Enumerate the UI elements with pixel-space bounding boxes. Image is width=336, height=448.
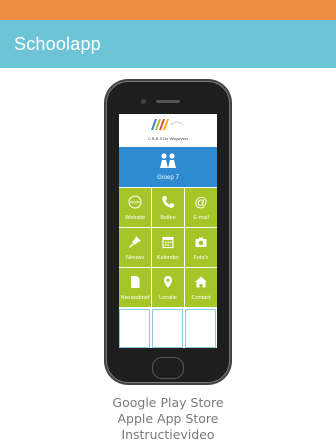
tile-locatie[interactable]: Locatie (152, 268, 184, 307)
calendar-icon (162, 236, 174, 249)
tile-email[interactable]: @ E-mail (185, 188, 217, 227)
tile-label: Locatie (159, 295, 177, 301)
www-icon: www (128, 195, 142, 209)
camera-dot (141, 99, 146, 104)
apple-app-store-link[interactable]: Apple App Store (0, 411, 336, 427)
store-links: Google Play Store Apple App Store Instru… (0, 395, 336, 443)
pin-icon (129, 236, 141, 248)
speaker-slot (156, 100, 180, 103)
tile-bellen[interactable]: Bellen (152, 188, 184, 227)
phone-screen: C.B.B.S De Wegwyzer Groep 7 www Website (119, 114, 217, 348)
page-header: Schoolapp (0, 20, 336, 68)
phone-icon (162, 196, 174, 208)
tile-label: Website (125, 215, 145, 221)
empty-tile (152, 309, 183, 348)
empty-tile (119, 309, 150, 348)
school-logo: C.B.B.S De Wegwyzer (119, 114, 217, 146)
tile-label: Nieuws (125, 255, 145, 261)
school-logo-icon (151, 119, 184, 130)
tile-label: Contact (191, 295, 211, 301)
tile-website[interactable]: www Website (119, 188, 151, 227)
empty-tile (185, 309, 216, 348)
tile-label: Kalender (156, 255, 180, 261)
tile-label: Bellen (160, 215, 176, 221)
tile-nieuws[interactable]: Nieuws (119, 228, 151, 267)
svg-text:@: @ (194, 195, 207, 209)
tile-fotos[interactable]: Foto's (185, 228, 217, 267)
phone-mockup: C.B.B.S De Wegwyzer Groep 7 www Website (106, 81, 230, 383)
location-icon (164, 276, 172, 288)
group-people-icon (160, 153, 176, 168)
tile-contact[interactable]: Contact (185, 268, 217, 307)
group-label: Groep 7 (157, 175, 179, 181)
app-tile-grid: www Website Bellen @ E-mail Nieuws Kalen… (119, 188, 217, 308)
home-button (152, 357, 184, 379)
camera-icon (195, 237, 207, 247)
page-title: Schoolapp (14, 34, 101, 54)
document-icon (131, 276, 140, 288)
tile-label: E-mail (193, 215, 209, 221)
home-icon (195, 276, 207, 288)
at-icon: @ (194, 195, 207, 209)
top-accent-bar (0, 0, 336, 20)
svg-text:www: www (130, 200, 140, 205)
empty-tile-row (119, 309, 217, 348)
tile-label: Foto's (193, 255, 209, 261)
tile-label: Nieuwsbrief (120, 295, 150, 301)
group-tile[interactable]: Groep 7 (119, 147, 217, 187)
tile-kalender[interactable]: Kalender (152, 228, 184, 267)
google-play-link[interactable]: Google Play Store (0, 395, 336, 411)
logo-text: C.B.B.S De Wegwyzer (147, 136, 189, 141)
tile-nieuwsbrief[interactable]: Nieuwsbrief (119, 268, 151, 307)
instruction-video-link[interactable]: Instructievideo (0, 427, 336, 443)
